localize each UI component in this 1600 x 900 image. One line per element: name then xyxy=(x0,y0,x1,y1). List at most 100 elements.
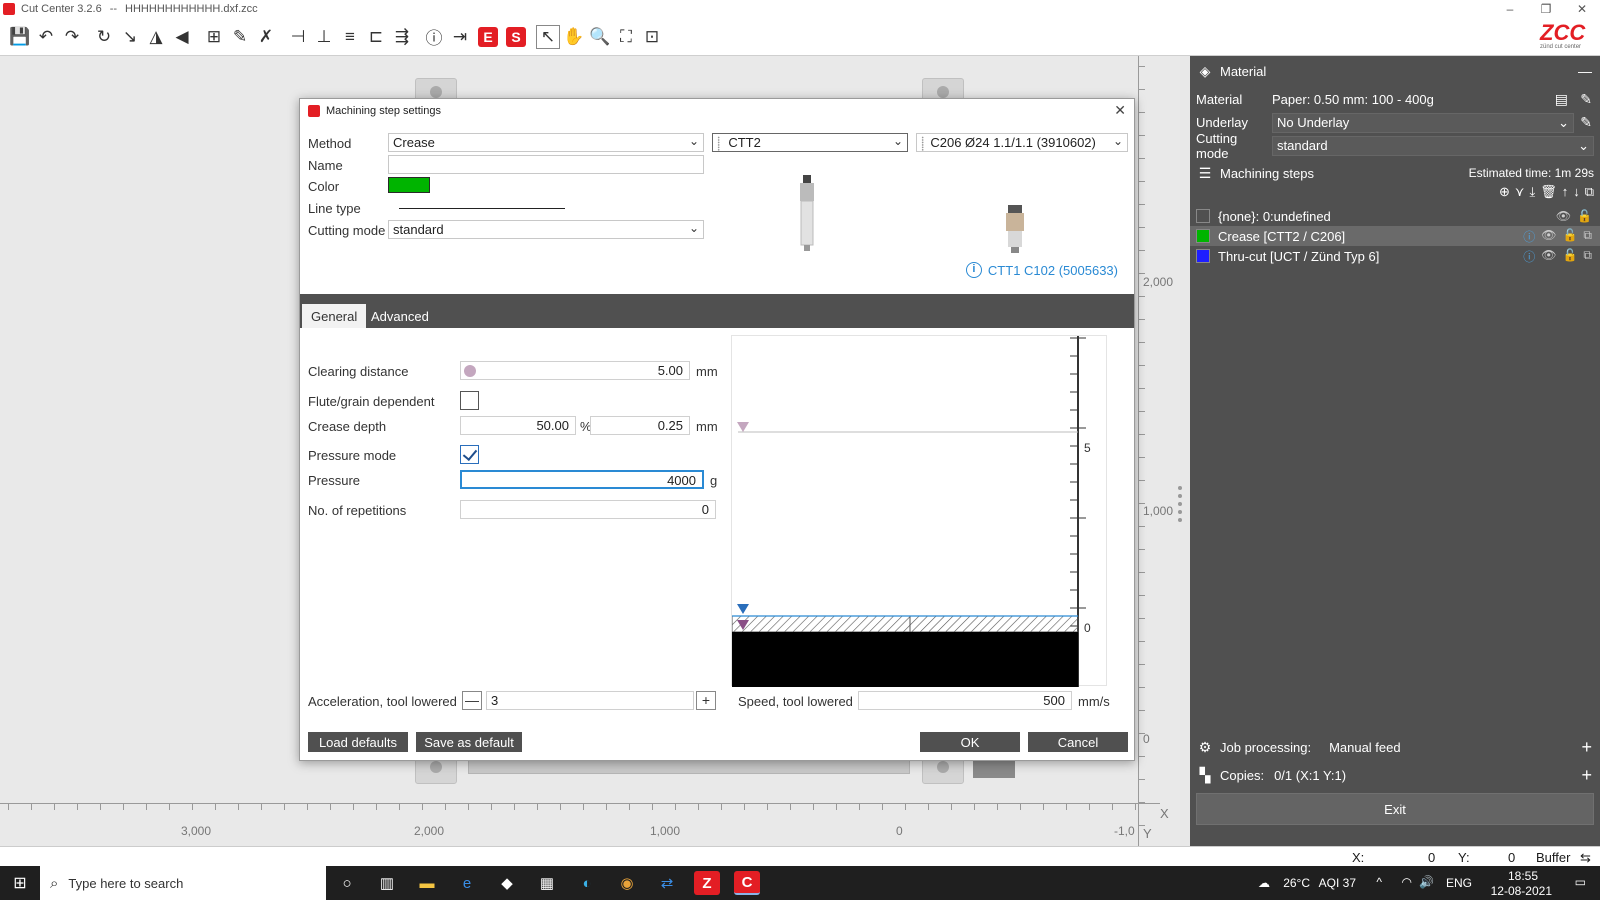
close-window-button[interactable]: ✕ xyxy=(1564,0,1600,18)
calculator-icon[interactable]: ▦ xyxy=(534,871,560,895)
delete-step-icon[interactable]: 🗑 xyxy=(1540,184,1557,200)
cut-center-app-icon[interactable]: C xyxy=(734,871,760,895)
eye-icon[interactable]: 👁 xyxy=(1541,248,1556,265)
restore-button[interactable]: ❐ xyxy=(1528,0,1564,18)
align-left-icon[interactable]: ⊣ xyxy=(286,25,310,49)
select-pointer-icon[interactable]: ↖ xyxy=(536,24,560,49)
clearing-distance-input[interactable]: 5.00 xyxy=(460,361,690,380)
edit-shape-icon[interactable]: ✎ xyxy=(228,25,252,49)
volume-icon[interactable]: 🔊 xyxy=(1419,875,1434,889)
linetype-line[interactable] xyxy=(399,208,565,209)
step-row[interactable]: Thru-cut [UCT / Zünd Typ 6] ⓘ 👁 🔓 ⧉ xyxy=(1190,246,1600,266)
speed-input[interactable]: 500 xyxy=(858,691,1072,710)
edit-material-icon[interactable]: ✎ xyxy=(1580,91,1592,108)
crease-depth-percent-input[interactable]: 50.00 xyxy=(460,416,576,435)
collapse-icon[interactable]: — xyxy=(1578,63,1592,79)
export-icon[interactable]: ⇥ xyxy=(448,25,472,49)
zoom-icon[interactable]: 🔍 xyxy=(588,25,612,49)
internet-explorer-icon[interactable]: e xyxy=(454,871,480,895)
align-bottom-icon[interactable]: ⊥ xyxy=(312,25,336,49)
dialog-close-button[interactable]: ✕ xyxy=(1114,102,1126,119)
delete-shape-icon[interactable]: ✗ xyxy=(254,25,278,49)
color-swatch[interactable] xyxy=(388,177,430,193)
acceleration-decrement-button[interactable]: — xyxy=(462,691,482,710)
repetitions-input[interactable]: 0 xyxy=(460,500,716,519)
distribute-icon[interactable]: ≡ xyxy=(338,25,362,49)
copy-icon[interactable]: ⧉ xyxy=(1583,228,1592,245)
info-icon[interactable]: ⓘ xyxy=(1523,228,1535,245)
step-row[interactable]: {none}: 0:undefined 👁 🔓 xyxy=(1190,206,1600,226)
acceleration-increment-button[interactable]: + xyxy=(696,691,716,710)
panel-resize-handle[interactable] xyxy=(1178,486,1186,522)
transform-icon[interactable]: ↘ xyxy=(118,25,142,49)
insert-dropdown[interactable]: ⸽ C206 Ø24 1.1/1.1 (3910602) ⌄ xyxy=(916,133,1128,152)
lock-icon[interactable]: 🔓 xyxy=(1562,248,1577,265)
nest-icon[interactable]: ⊏ xyxy=(364,25,388,49)
tool-dropdown[interactable]: ⸽ CTT2 ⌄ xyxy=(712,133,908,152)
ctt1-info-link[interactable]: i CTT1 C102 (5005633) xyxy=(965,262,1118,278)
load-defaults-button[interactable]: Load defaults xyxy=(308,732,408,752)
taskbar-search[interactable]: ⌕ Type here to search xyxy=(40,866,326,900)
rotate-icon[interactable]: ↻ xyxy=(92,25,116,49)
cutting-mode-dropdown[interactable]: standard ⌄ xyxy=(388,220,704,239)
step-row[interactable]: Crease [CTT2 / C206] ⓘ 👁 🔓 ⧉ xyxy=(1190,226,1600,246)
pan-hand-icon[interactable]: ✋ xyxy=(562,25,586,49)
mirror-vertical-icon[interactable]: ◮ xyxy=(144,25,168,49)
info-icon[interactable]: ⓘ xyxy=(422,25,446,49)
lock-icon[interactable]: 🔓 xyxy=(1577,209,1592,223)
e-tool-icon[interactable]: E xyxy=(478,26,498,47)
crease-depth-mm-input[interactable]: 0.25 xyxy=(590,416,690,435)
underlay-dropdown[interactable]: No Underlay ⌄ xyxy=(1272,112,1574,133)
save-as-default-button[interactable]: Save as default xyxy=(416,732,522,752)
exit-button[interactable]: Exit xyxy=(1196,793,1594,825)
buffer-icon[interactable]: ⇆ xyxy=(1580,850,1591,866)
minimize-button[interactable]: – xyxy=(1492,0,1528,18)
copy-step-icon[interactable]: ⧉ xyxy=(1585,184,1594,200)
eye-icon[interactable]: 👁 xyxy=(1556,209,1571,223)
pressure-mode-checkbox[interactable] xyxy=(460,445,479,464)
acceleration-input[interactable]: 3 xyxy=(486,691,694,710)
method-dropdown[interactable]: Crease ⌄ xyxy=(388,133,704,152)
name-input[interactable] xyxy=(388,155,704,174)
merge-step-icon[interactable]: ⋎ xyxy=(1515,184,1525,200)
teamviewer-icon[interactable]: ⇄ xyxy=(654,871,680,895)
cortana-icon[interactable]: ○ xyxy=(334,871,360,895)
ok-button[interactable]: OK xyxy=(920,732,1020,752)
route-icon[interactable]: ⇶ xyxy=(390,25,414,49)
task-view-icon[interactable]: ▥ xyxy=(374,871,400,895)
edit-underlay-icon[interactable]: ✎ xyxy=(1580,114,1592,131)
language-indicator[interactable]: ENG xyxy=(1446,876,1472,890)
undo-icon[interactable]: ↶ xyxy=(34,25,58,49)
expand-plus-icon[interactable]: + xyxy=(1581,737,1592,758)
expand-plus-icon[interactable]: + xyxy=(1581,765,1592,786)
tray-chevron-icon[interactable]: ^ xyxy=(1376,875,1382,889)
info-icon[interactable]: ⓘ xyxy=(1523,248,1535,265)
network-icon[interactable]: ◠ xyxy=(1402,875,1412,889)
move-down-icon[interactable]: ↓ xyxy=(1573,184,1580,200)
move-up-icon[interactable]: ↑ xyxy=(1562,184,1569,200)
zund-app-icon[interactable]: Z xyxy=(694,871,720,895)
redo-icon[interactable]: ↷ xyxy=(60,25,84,49)
copy-icon[interactable]: ⧉ xyxy=(1583,248,1592,265)
flute-grain-checkbox[interactable] xyxy=(460,391,479,410)
save-icon[interactable]: 💾 xyxy=(8,25,32,49)
windows-start-icon[interactable]: ⊞ xyxy=(0,866,40,900)
group-icon[interactable]: ⊞ xyxy=(202,25,226,49)
lock-icon[interactable]: 🔓 xyxy=(1562,228,1577,245)
material-table-icon[interactable]: ▤ xyxy=(1555,91,1568,108)
tab-general[interactable]: General xyxy=(302,304,367,328)
clearing-slider-knob[interactable] xyxy=(464,365,476,377)
app-diamond-icon[interactable]: ◆ xyxy=(494,871,520,895)
notifications-icon[interactable]: ▭ xyxy=(1575,875,1586,889)
file-explorer-icon[interactable]: ▬ xyxy=(414,871,440,895)
mirror-horizontal-icon[interactable]: ◀ xyxy=(170,25,194,49)
s-tool-icon[interactable]: S xyxy=(506,26,526,47)
insert-step-icon[interactable]: ⤓ xyxy=(1529,184,1535,200)
zoom-fit-icon[interactable]: ⛶ xyxy=(614,25,638,49)
add-step-icon[interactable]: ⊕ xyxy=(1499,184,1510,200)
edge-icon[interactable]: ◐ xyxy=(574,871,600,895)
tab-advanced[interactable]: Advanced xyxy=(362,304,438,328)
chrome-icon[interactable]: ◉ xyxy=(614,871,640,895)
panel-cutting-mode-dropdown[interactable]: standard ⌄ xyxy=(1272,135,1594,156)
zoom-all-icon[interactable]: ⊡ xyxy=(640,25,664,49)
